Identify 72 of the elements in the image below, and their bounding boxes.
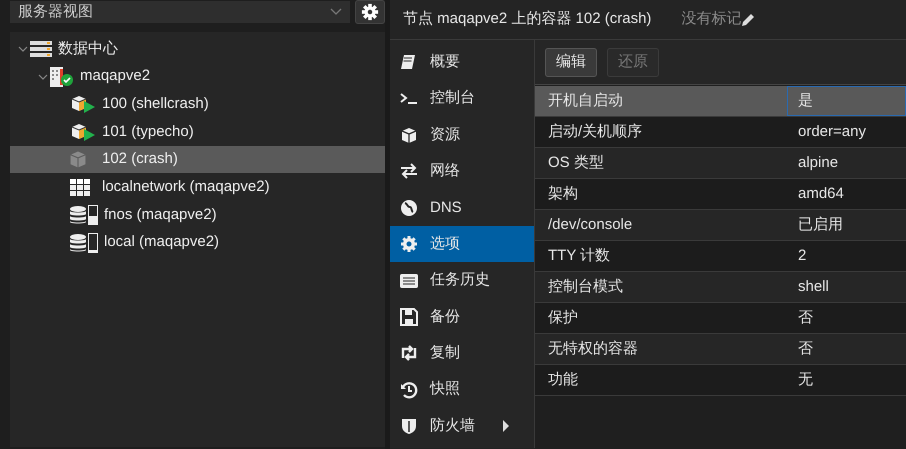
tree-item[interactable]: 数据中心 xyxy=(10,35,385,63)
option-value: 2 xyxy=(797,246,808,266)
nav-item[interactable]: DNS xyxy=(390,190,534,226)
option-value: 否 xyxy=(797,308,814,328)
option-row[interactable]: 开机自启动 是 xyxy=(535,86,906,117)
option-value: order=any xyxy=(797,122,867,142)
tree-item[interactable]: fnos (maqapve2) xyxy=(10,201,385,229)
list-icon xyxy=(400,272,418,290)
server-rack-icon xyxy=(30,40,52,57)
chevron-down-icon[interactable] xyxy=(18,44,28,53)
option-name: TTY 计数 xyxy=(547,246,612,266)
book-icon xyxy=(400,53,418,72)
running-container-icon xyxy=(70,94,96,114)
database-icon xyxy=(68,232,88,253)
option-name: /dev/console xyxy=(547,214,634,235)
panel-title: 节点 maqapve2 上的容器 102 (crash) xyxy=(403,9,652,30)
nav-item[interactable]: 快照 xyxy=(390,372,534,408)
option-row[interactable]: /dev/console 已启用 xyxy=(535,210,906,241)
option-value: 已启用 xyxy=(797,214,844,235)
nav-item[interactable]: 网络 xyxy=(390,153,534,190)
option-row[interactable]: OS 类型 alpine xyxy=(535,148,906,179)
tree-item[interactable]: 100 (shellcrash) xyxy=(10,90,385,118)
arrows-exchange-icon xyxy=(400,162,418,180)
tree-item[interactable]: 102 (crash) xyxy=(10,146,385,174)
usage-bar xyxy=(88,204,98,225)
gear-icon xyxy=(400,235,418,254)
option-name: 保护 xyxy=(547,308,579,328)
option-value: amd64 xyxy=(797,184,845,204)
nav-item[interactable]: 防火墙 xyxy=(390,408,534,444)
option-name: 启动/关机顺序 xyxy=(547,122,644,142)
settings-button[interactable] xyxy=(355,0,385,24)
option-row[interactable]: 控制台模式 shell xyxy=(535,272,906,303)
nav-item[interactable]: 备份 xyxy=(390,298,534,336)
server-online-icon xyxy=(50,66,74,87)
option-value: shell xyxy=(797,276,830,297)
option-name: 控制台模式 xyxy=(547,276,624,297)
option-name: 开机自启动 xyxy=(547,90,624,111)
tags-link[interactable]: 没有标记 xyxy=(681,8,742,31)
option-name: 无特权的容器 xyxy=(547,338,639,359)
container-icon xyxy=(70,151,86,168)
nav-item[interactable]: 选项 xyxy=(390,226,534,262)
option-row[interactable]: 无特权的容器 否 xyxy=(535,334,906,365)
usage-bar xyxy=(88,232,98,253)
tree-item[interactable]: local (maqapve2) xyxy=(10,228,385,256)
option-name: 架构 xyxy=(547,184,579,204)
nav-item[interactable]: 资源 xyxy=(390,116,534,154)
running-container-icon xyxy=(70,122,96,142)
option-value: 无 xyxy=(797,370,814,390)
tree-item[interactable]: maqapve2 xyxy=(10,62,385,90)
chevron-down-icon xyxy=(330,8,342,16)
retweet-icon xyxy=(400,344,418,362)
pencil-icon[interactable] xyxy=(741,12,756,26)
view-dropdown[interactable]: 服务器视图 xyxy=(10,1,350,23)
database-icon xyxy=(68,204,88,225)
option-name: OS 类型 xyxy=(547,152,605,173)
chevron-down-icon[interactable] xyxy=(38,72,48,81)
option-value: 是 xyxy=(787,86,906,116)
option-value: alpine xyxy=(797,152,840,173)
tree-item[interactable]: localnetwork (maqapve2) xyxy=(10,173,385,202)
tree-item[interactable]: 101 (typecho) xyxy=(10,118,385,146)
option-name: 功能 xyxy=(547,370,579,390)
globe-icon xyxy=(400,198,418,217)
shield-icon xyxy=(400,417,418,436)
option-value: 否 xyxy=(797,338,814,359)
nav-item[interactable]: 控制台 xyxy=(390,80,534,117)
nav-item[interactable]: 概要 xyxy=(390,44,534,80)
dropdown-value: 服务器视图 xyxy=(18,2,93,22)
history-icon xyxy=(400,380,418,399)
toolbar-button[interactable]: 编辑 xyxy=(545,48,597,76)
nav-item[interactable]: 任务历史 xyxy=(390,262,534,299)
nav-item[interactable]: 复制 xyxy=(390,335,534,372)
cube-icon xyxy=(400,126,418,144)
